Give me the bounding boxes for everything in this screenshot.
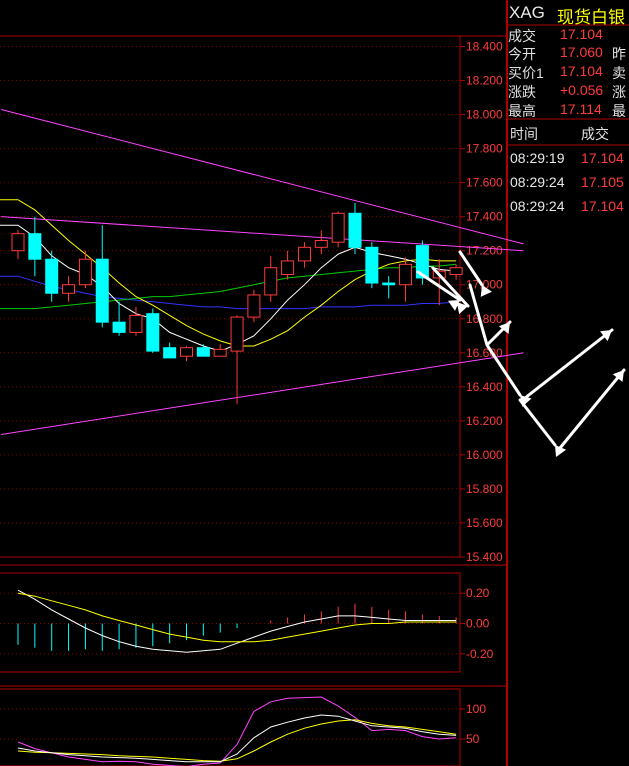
candle-down <box>112 321 126 333</box>
quote-extra: 最 <box>612 103 626 119</box>
quote-label: 今开 <box>508 46 536 62</box>
candle-up <box>78 258 92 286</box>
kdj-k-line <box>17 714 457 763</box>
y-tick-label: -0.20 <box>466 647 494 661</box>
quote-value: +0.056 <box>560 82 604 98</box>
candle-up <box>213 348 227 357</box>
y-tick-label: 0.00 <box>466 617 490 631</box>
instrument-title: XAG 现货白银 <box>507 0 629 27</box>
y-tick-label: 15.600 <box>466 516 503 530</box>
y-tick-label: 0.20 <box>466 586 490 600</box>
macd-dif-line <box>17 589 457 653</box>
macd-dea-line <box>17 592 457 643</box>
candle-up <box>247 294 261 318</box>
panel-frame <box>0 572 461 673</box>
quote-panel: XAG 现货白银 成交 17.104 今开 17.060 昨 买价1 17.10… <box>507 0 629 766</box>
ticks-header: 时间 成交 <box>507 122 629 144</box>
quote-label: 买价1 <box>508 65 544 81</box>
quote-extra: 昨 <box>612 46 626 62</box>
candle-up <box>11 233 25 252</box>
candle-down <box>95 258 109 323</box>
y-tick-label: 17.200 <box>466 244 503 258</box>
quote-value: 17.114 <box>560 101 602 117</box>
y-tick-label: 15.800 <box>466 482 503 496</box>
y-tick-label: 15.400 <box>466 550 503 564</box>
candle-down <box>196 347 210 357</box>
tick-row[interactable]: 08:29:24 17.105 <box>507 172 629 196</box>
candle-up <box>331 212 345 243</box>
quote-row-high: 最高 17.114 最 <box>507 100 629 119</box>
y-tick-label: 16.600 <box>466 346 503 360</box>
quote-label: 最高 <box>508 103 536 119</box>
tick-price: 17.105 <box>581 174 624 190</box>
tick-row[interactable]: 08:29:24 17.104 <box>507 196 629 220</box>
quote-row-change: 涨跌 +0.056 涨 <box>507 81 629 100</box>
candle-up <box>281 260 295 276</box>
quote-value: 17.104 <box>560 26 603 42</box>
tick-time: 08:29:24 <box>510 198 565 214</box>
tick-time: 08:29:24 <box>510 174 565 190</box>
trend-line <box>1 352 524 435</box>
quote-row-last: 成交 17.104 <box>507 25 629 44</box>
y-tick-label: 50 <box>466 732 480 746</box>
y-tick-label: 16.400 <box>466 380 503 394</box>
y-tick-label: 16.800 <box>466 312 503 326</box>
candle-up <box>264 267 278 296</box>
y-tick-label: 17.600 <box>466 176 503 190</box>
trend-line <box>1 216 524 252</box>
ticks-header-price: 成交 <box>581 126 609 142</box>
trend-line <box>1 108 524 245</box>
y-tick-label: 17.800 <box>466 142 503 156</box>
ticks-header-time: 时间 <box>510 126 538 142</box>
tick-time: 08:29:19 <box>510 150 565 166</box>
candle-up <box>449 267 463 276</box>
candle-down <box>146 313 160 352</box>
quote-value: 17.060 <box>560 44 603 60</box>
quote-row-open: 今开 17.060 昨 <box>507 43 629 62</box>
candle-down <box>163 347 177 359</box>
candle-down <box>365 246 379 284</box>
candle-down <box>348 212 362 248</box>
y-tick-label: 18.000 <box>466 108 503 122</box>
tick-price: 17.104 <box>581 150 624 166</box>
candle-down <box>28 233 42 260</box>
candle-up <box>129 314 143 333</box>
quote-extra: 卖 <box>612 65 626 81</box>
candle-up <box>180 347 193 357</box>
tick-row[interactable]: 08:29:19 17.104 <box>507 148 629 172</box>
ma10-line <box>0 199 457 347</box>
quote-value: 17.104 <box>560 63 603 79</box>
y-tick-label: 18.400 <box>466 40 503 54</box>
candle-up <box>297 246 311 262</box>
quote-label: 涨跌 <box>508 84 536 100</box>
candle-down <box>382 282 396 286</box>
candle-up <box>230 316 244 352</box>
instrument-code: XAG <box>509 3 545 22</box>
y-tick-label: 16.200 <box>466 414 503 428</box>
y-tick-label: 17.400 <box>466 210 503 224</box>
candle-up <box>314 239 328 248</box>
kdj-d-line <box>17 719 457 762</box>
tick-price: 17.104 <box>581 198 624 214</box>
candle-up <box>399 263 413 286</box>
y-tick-label: 16.000 <box>466 448 503 462</box>
quote-row-bid: 买价1 17.104 卖 <box>507 62 629 81</box>
y-tick-label: 18.200 <box>466 74 503 88</box>
y-tick-label: 100 <box>466 702 486 716</box>
candle-up <box>62 284 76 294</box>
quote-extra: 涨 <box>612 84 626 100</box>
candle-down <box>45 258 59 294</box>
